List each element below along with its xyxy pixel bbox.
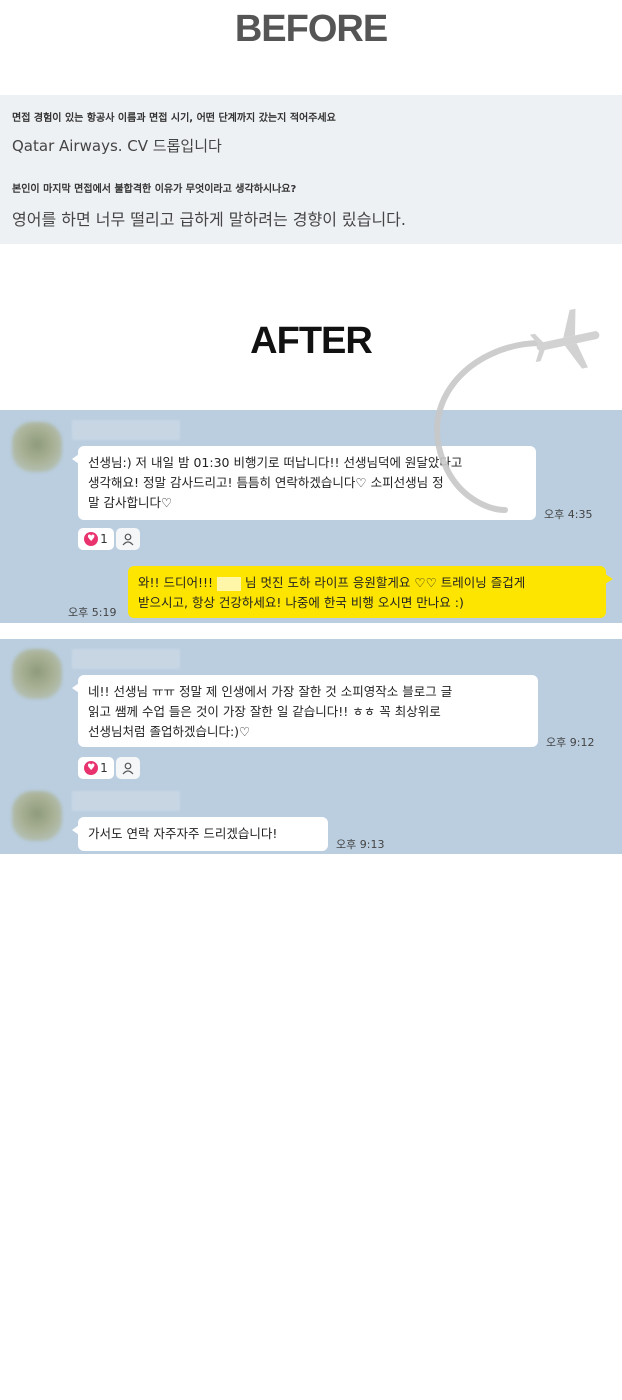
survey-answer-1: Qatar Airways. CV 드롭입니다	[12, 137, 222, 155]
reaction-badge[interactable]: ♥ 1	[78, 528, 114, 550]
avatar	[12, 791, 62, 841]
airplane-icon	[434, 308, 600, 513]
survey-panel: 면접 경험이 있는 항공사 이름과 면접 시기, 어떤 단계까지 갔는지 적어주…	[0, 95, 622, 244]
reply-text-start: 와!! 드디어!!!	[138, 575, 214, 590]
survey-answer-2: 영어를 하면 너무 떨리고 급하게 말하려는 경향이 맀습니다.	[12, 210, 406, 229]
reaction-participants-button[interactable]	[116, 757, 140, 779]
sender-name-redacted	[72, 791, 180, 811]
avatar	[12, 649, 62, 699]
message-timestamp: 오후 9:12	[546, 736, 595, 749]
reaction-count: 1	[100, 761, 108, 775]
reaction-badge[interactable]: ♥ 1	[78, 757, 114, 779]
message-line: 네!! 선생님 ㅠㅠ 정말 제 인생에서 가장 잘한 것 소피영작소 블로그 글	[88, 684, 453, 699]
heart-icon: ♥	[84, 532, 99, 546]
reaction-participants-button[interactable]	[116, 528, 140, 550]
person-icon	[122, 762, 134, 775]
incoming-message-bubble: 가서도 연락 자주자주 드리겠습니다!	[72, 817, 328, 851]
sender-name-redacted	[72, 420, 180, 440]
outgoing-message-bubble: 와!! 드디어!!! 님 멋진 도하 라이프 응원할게요 ♡♡ 트레이닝 즐겁게…	[128, 566, 613, 618]
person-icon	[122, 533, 134, 546]
heart-icon: ♥	[84, 761, 99, 775]
survey-question-2: 본인이 마지막 면접에서 불합격한 이유가 무엇이라고 생각하시나요?	[12, 184, 297, 195]
avatar	[12, 422, 62, 472]
reply-text-end: 님 멋진 도하 라이프 응원할게요 ♡♡ 트레이닝 즐겁게	[245, 575, 526, 590]
reaction-count: 1	[100, 532, 108, 546]
redacted-name	[217, 576, 242, 591]
incoming-message-bubble: 네!! 선생님 ㅠㅠ 정말 제 인생에서 가장 잘한 것 소피영작소 블로그 글…	[72, 675, 538, 747]
chat-screenshot-2: 네!! 선생님 ㅠㅠ 정말 제 인생에서 가장 잘한 것 소피영작소 블로그 글…	[0, 639, 622, 854]
message-line: 가서도 연락 자주자주 드리겠습니다!	[88, 826, 278, 841]
message-line: 선생님처럼 졸업하겠습니다:)♡	[88, 724, 251, 739]
sender-name-redacted	[72, 649, 180, 669]
message-line: 받으시고, 항상 건강하세요! 나중에 한국 비행 오시면 만나요 :)	[138, 595, 464, 610]
message-timestamp: 오후 9:13	[336, 838, 385, 851]
message-timestamp: 오후 5:19	[68, 606, 117, 619]
survey-question-1: 면접 경험이 있는 항공사 이름과 면접 시기, 어떤 단계까지 갔는지 적어주…	[12, 113, 336, 124]
message-line: 읽고 쌤께 수업 들은 것이 가장 잘한 일 같습니다!! ㅎㅎ 꼭 최상위로	[88, 704, 441, 719]
before-heading: BEFORE	[234, 8, 388, 50]
